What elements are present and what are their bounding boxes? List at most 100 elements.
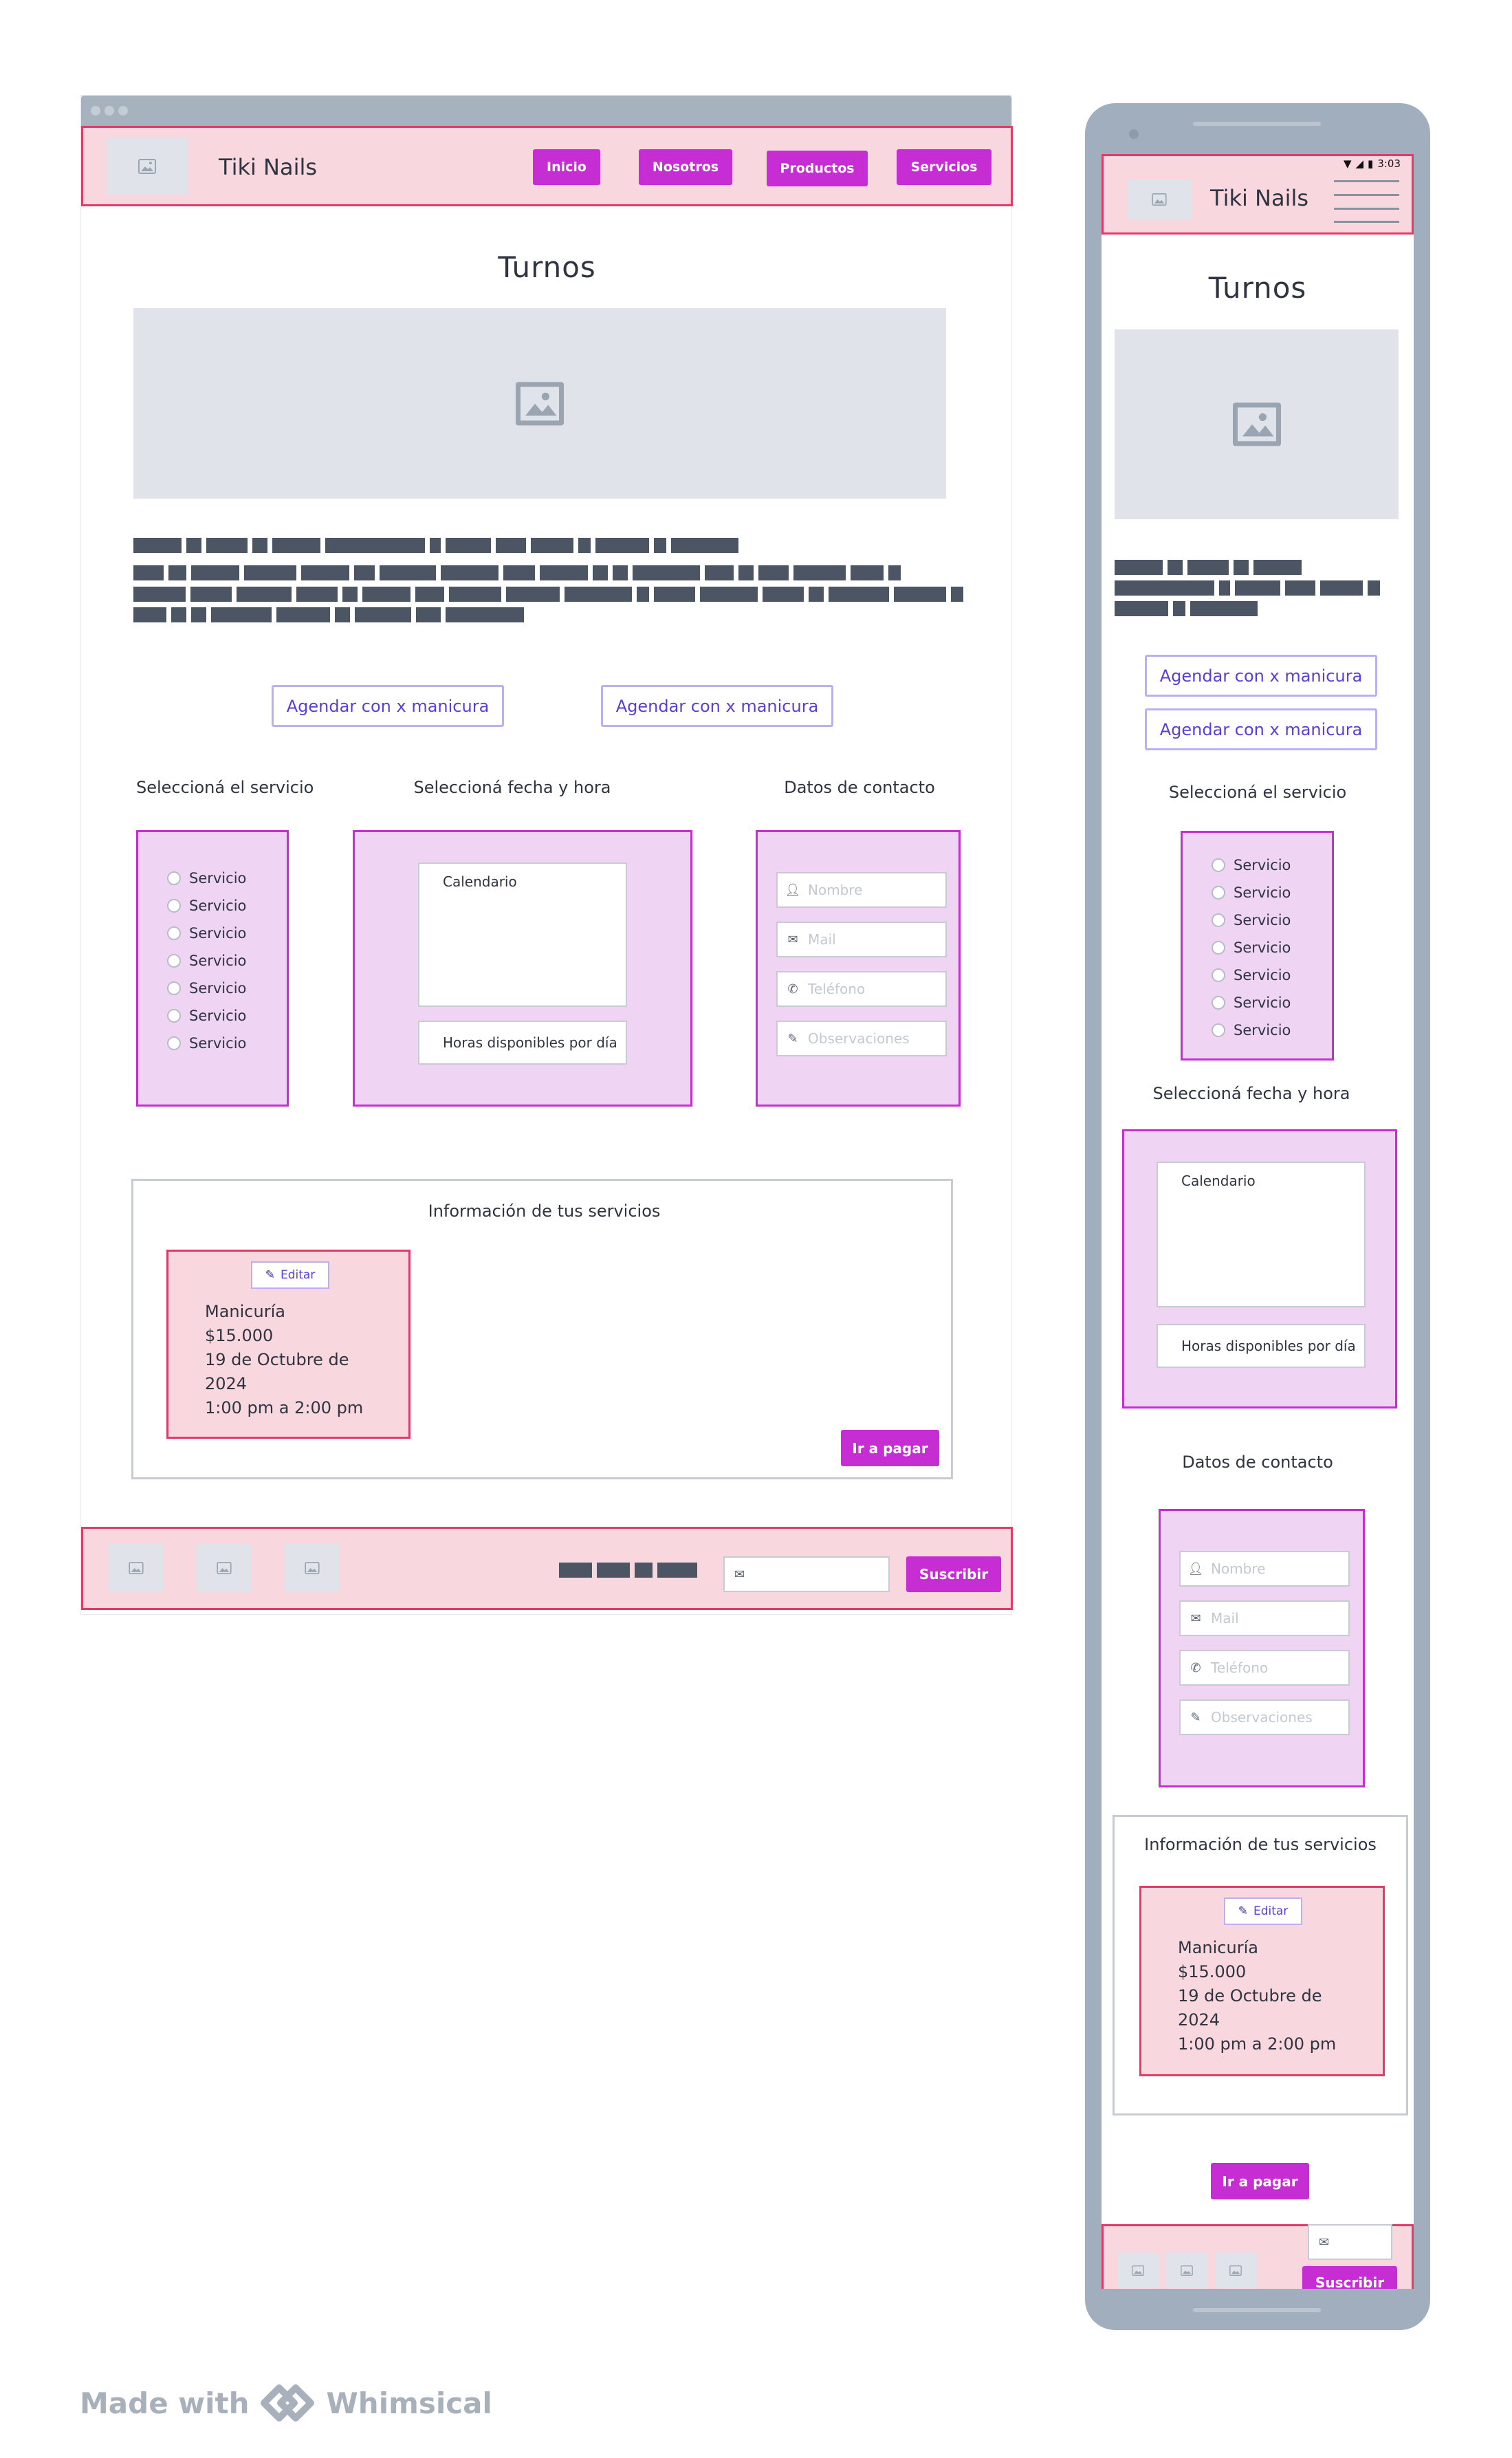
made-with-label: Made with	[80, 2386, 250, 2420]
hamburger-menu-icon[interactable]	[1334, 180, 1399, 223]
service-option[interactable]: Servicio	[1212, 961, 1332, 989]
radio-button[interactable]	[167, 1036, 181, 1050]
mail-field[interactable]: ✉︎ Mail	[1179, 1600, 1350, 1636]
social-image-icon[interactable]	[1215, 2252, 1256, 2288]
camera	[1129, 129, 1139, 139]
nav-servicios-button[interactable]: Servicios	[897, 149, 991, 185]
window-dot	[118, 106, 128, 116]
logo-image-icon[interactable]	[1127, 180, 1192, 219]
service-name: Manicuría	[205, 1302, 285, 1321]
service-list: Servicio Servicio Servicio Servicio Serv…	[1181, 831, 1334, 1061]
service-option[interactable]: Servicio	[167, 1030, 287, 1057]
lorem-text-block	[1115, 560, 1403, 622]
service-option[interactable]: Servicio	[1212, 934, 1332, 961]
subscribe-button[interactable]: Suscribir	[906, 1556, 1001, 1592]
hero-image-icon	[133, 308, 946, 499]
service-option[interactable]: Servicio	[1212, 851, 1332, 879]
available-hours[interactable]: Horas disponibles por día	[1157, 1324, 1366, 1368]
service-option[interactable]: Servicio	[1212, 989, 1332, 1016]
made-with-whimsical[interactable]: Made with Whimsical	[80, 2381, 492, 2425]
pencil-icon: ✎	[265, 1268, 275, 1282]
subscribe-button[interactable]: Suscribir	[1302, 2266, 1397, 2289]
speaker	[1193, 122, 1321, 126]
book-manicurist-button[interactable]: Agendar con x manicura	[601, 685, 833, 727]
service-option[interactable]: Servicio	[1212, 1016, 1332, 1044]
service-option[interactable]: Servicio	[167, 864, 287, 892]
radio-button[interactable]	[1212, 941, 1225, 955]
service-option[interactable]: Servicio	[1212, 906, 1332, 934]
service-price: $15.000	[1178, 1962, 1247, 1981]
book-manicurist-button[interactable]: Agendar con x manicura	[1145, 655, 1377, 697]
service-option[interactable]: Servicio	[167, 947, 287, 975]
mobile-header: ▼ ◢ ▮ 3:03 Tiki Nails	[1102, 154, 1414, 235]
service-option[interactable]: Servicio	[1212, 879, 1332, 906]
social-image-icon[interactable]	[1117, 2252, 1159, 2288]
pay-button[interactable]: Ir a pagar	[1211, 2163, 1309, 2199]
site-header: Tiki Nails Inicio Nosotros Productos Ser…	[81, 126, 1013, 206]
radio-button[interactable]	[167, 926, 181, 940]
status-bar: ▼ ◢ ▮ 3:03	[1344, 157, 1401, 170]
calendar[interactable]: Calendario	[1157, 1162, 1366, 1307]
radio-button[interactable]	[167, 899, 181, 913]
user-icon: 👤︎	[1187, 1561, 1204, 1576]
footer-link-placeholder[interactable]	[559, 1563, 592, 1578]
footer-link-placeholder[interactable]	[597, 1563, 630, 1578]
radio-button[interactable]	[167, 954, 181, 968]
available-hours[interactable]: Horas disponibles por día	[418, 1021, 627, 1065]
calendar[interactable]: Calendario	[418, 862, 627, 1007]
newsletter-email-input[interactable]: ✉︎	[723, 1556, 890, 1592]
book-manicurist-button[interactable]: Agendar con x manicura	[1145, 708, 1377, 750]
service-option[interactable]: Servicio	[167, 975, 287, 1002]
contact-form: 👤︎ Nombre ✉︎ Mail ✆ Teléfono ✎ Observaciones	[756, 830, 961, 1107]
pencil-icon: ✎	[1190, 1710, 1201, 1725]
window-dot	[105, 106, 114, 116]
page-title: Turnos	[498, 250, 596, 284]
social-image-icon[interactable]	[196, 1544, 252, 1592]
footer-link-placeholder[interactable]	[657, 1563, 697, 1578]
mail-field[interactable]: ✉︎ Mail	[776, 922, 947, 957]
social-image-icon[interactable]	[1166, 2252, 1207, 2288]
radio-button[interactable]	[1212, 858, 1225, 872]
radio-button[interactable]	[1212, 913, 1225, 927]
phone-field[interactable]: ✆ Teléfono	[776, 971, 947, 1007]
radio-button[interactable]	[167, 1009, 181, 1023]
phone-icon: ✆	[787, 981, 798, 997]
site-footer: ✉︎ Suscribir	[81, 1527, 1013, 1610]
radio-button[interactable]	[1212, 968, 1225, 982]
radio-button[interactable]	[1212, 996, 1225, 1010]
desktop-wireframe: Tiki Nails Inicio Nosotros Productos Ser…	[80, 95, 1013, 1615]
service-option[interactable]: Servicio	[167, 920, 287, 947]
name-field[interactable]: 👤︎ Nombre	[776, 872, 947, 908]
nav-productos-button[interactable]: Productos	[767, 151, 868, 186]
pay-button[interactable]: Ir a pagar	[841, 1430, 939, 1466]
window-dot	[91, 106, 100, 116]
notes-field[interactable]: ✎ Observaciones	[776, 1021, 947, 1056]
book-manicurist-button[interactable]: Agendar con x manicura	[272, 685, 504, 727]
radio-button[interactable]	[1212, 1023, 1225, 1037]
radio-button[interactable]	[167, 871, 181, 885]
social-image-icon[interactable]	[284, 1544, 340, 1592]
browser-chrome	[81, 96, 1011, 127]
mail-icon: ✉︎	[1319, 2234, 1330, 2250]
phone-field[interactable]: ✆ Teléfono	[1179, 1650, 1350, 1686]
radio-button[interactable]	[167, 981, 181, 995]
brand-name[interactable]: Tiki Nails	[1210, 185, 1308, 211]
social-image-icon[interactable]	[108, 1544, 164, 1592]
name-field[interactable]: 👤︎ Nombre	[1179, 1551, 1350, 1587]
brand-name[interactable]: Tiki Nails	[219, 154, 317, 180]
service-option[interactable]: Servicio	[167, 1002, 287, 1030]
notes-field[interactable]: ✎ Observaciones	[1179, 1699, 1350, 1735]
service-option[interactable]: Servicio	[167, 892, 287, 920]
nav-nosotros-button[interactable]: Nosotros	[639, 149, 732, 185]
date-section-label: Seleccioná fecha y hora	[413, 778, 611, 797]
edit-button[interactable]: ✎ Editar	[251, 1261, 329, 1289]
edit-button[interactable]: ✎ Editar	[1224, 1897, 1302, 1925]
summary-title: Información de tus servicios	[428, 1201, 661, 1221]
radio-button[interactable]	[1212, 886, 1225, 900]
logo-image-icon[interactable]	[107, 138, 188, 195]
service-year: 2024	[205, 1374, 248, 1393]
newsletter-email-input[interactable]: ✉︎	[1308, 2224, 1392, 2260]
pencil-icon: ✎	[787, 1031, 798, 1046]
footer-link-placeholder[interactable]	[635, 1563, 653, 1578]
nav-inicio-button[interactable]: Inicio	[533, 149, 600, 185]
